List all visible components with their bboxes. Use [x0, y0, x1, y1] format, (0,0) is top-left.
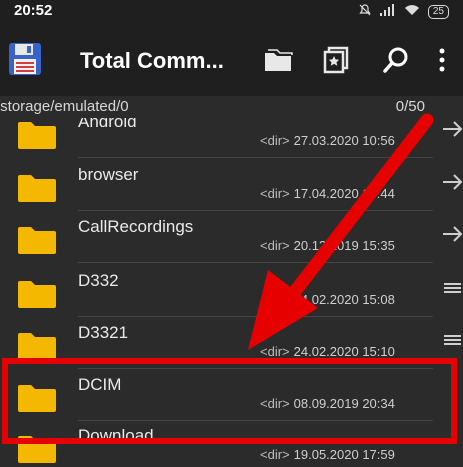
file-row[interactable]: browser <dir> 17.04.2020 10:44: [0, 159, 463, 211]
folder-icon: [17, 225, 57, 255]
file-meta: <dir> 19.05.2020 17:59: [260, 447, 395, 462]
file-name: D332: [78, 271, 119, 290]
app-title: Total Comm...: [80, 48, 224, 73]
search-icon[interactable]: [380, 44, 412, 76]
folder-icon: [17, 120, 57, 150]
file-row[interactable]: DCIM <dir> 08.09.2019 20:34: [0, 369, 463, 421]
file-name: CallRecordings: [78, 217, 194, 236]
arrow-right-icon[interactable]: [441, 118, 463, 140]
menu-lines-icon[interactable]: [441, 277, 463, 299]
file-name: DCIM: [78, 375, 122, 394]
row-divider: [78, 262, 433, 263]
folder-icon: [17, 173, 57, 203]
file-name: Download: [78, 426, 154, 445]
file-row[interactable]: CallRecordings <dir> 20.12.2019 15:35: [0, 211, 463, 263]
floppy-disk-icon[interactable]: [8, 42, 42, 76]
folder-icon: [17, 279, 57, 309]
file-datetime: 19.05.2020 17:59: [293, 447, 395, 462]
dir-tag: <dir>: [260, 133, 290, 148]
mute-icon: [358, 3, 372, 20]
row-divider: [78, 157, 433, 158]
dir-tag: <dir>: [260, 396, 290, 411]
dir-tag: <dir>: [260, 186, 290, 201]
file-row[interactable]: D332 <dir> 24.02.2020 15:08: [0, 265, 463, 317]
arrow-right-icon[interactable]: [441, 171, 463, 193]
signal-icon: [379, 4, 396, 19]
dir-tag: <dir>: [260, 447, 290, 462]
selection-count: 0/50: [395, 98, 425, 115]
status-icons: 25: [358, 3, 449, 20]
battery-indicator: 25: [427, 4, 449, 19]
file-datetime: 20.12.2019 15:35: [293, 238, 395, 253]
dir-tag: <dir>: [260, 344, 290, 359]
status-bar: 20:52 25: [0, 0, 463, 22]
status-time: 20:52: [14, 2, 53, 19]
file-datetime: 27.03.2020 10:56: [293, 133, 395, 148]
file-datetime: 24.02.2020 15:10: [293, 344, 395, 359]
file-datetime: 17.04.2020 10:44: [293, 186, 395, 201]
arrow-right-icon[interactable]: [441, 223, 463, 245]
file-list: Android <dir> 27.03.2020 10:56 browser <dir>…: [0, 110, 463, 467]
folder-icon[interactable]: [262, 44, 294, 76]
file-meta: <dir> 24.02.2020 15:10: [260, 344, 395, 359]
path-bar: /storage/emulated/0 0/50: [0, 96, 463, 118]
file-name: D3321: [78, 323, 129, 342]
menu-lines-icon[interactable]: [441, 329, 463, 351]
file-row[interactable]: D3321 <dir> 24.02.2020 15:10: [0, 317, 463, 369]
file-name: browser: [78, 165, 139, 184]
file-meta: <dir> 24.02.2020 15:08: [260, 292, 395, 307]
more-vert-icon[interactable]: [432, 44, 452, 76]
file-row[interactable]: Download <dir> 19.05.2020 17:59: [0, 420, 463, 467]
file-meta: <dir> 08.09.2019 20:34: [260, 396, 395, 411]
file-meta: <dir> 20.12.2019 15:35: [260, 238, 395, 253]
wifi-icon: [404, 4, 420, 19]
dir-tag: <dir>: [260, 292, 290, 307]
file-datetime: 08.09.2019 20:34: [293, 396, 395, 411]
file-meta: <dir> 27.03.2020 10:56: [260, 133, 395, 148]
dir-tag: <dir>: [260, 238, 290, 253]
file-datetime: 24.02.2020 15:08: [293, 292, 395, 307]
folder-icon: [17, 383, 57, 413]
current-path[interactable]: /storage/emulated/0: [0, 98, 129, 115]
file-meta: <dir> 17.04.2020 10:44: [260, 186, 395, 201]
app-toolbar: Total Comm...: [0, 22, 463, 96]
folder-icon: [17, 434, 57, 464]
folder-icon: [17, 331, 57, 361]
bookmark-icon[interactable]: [320, 44, 352, 76]
